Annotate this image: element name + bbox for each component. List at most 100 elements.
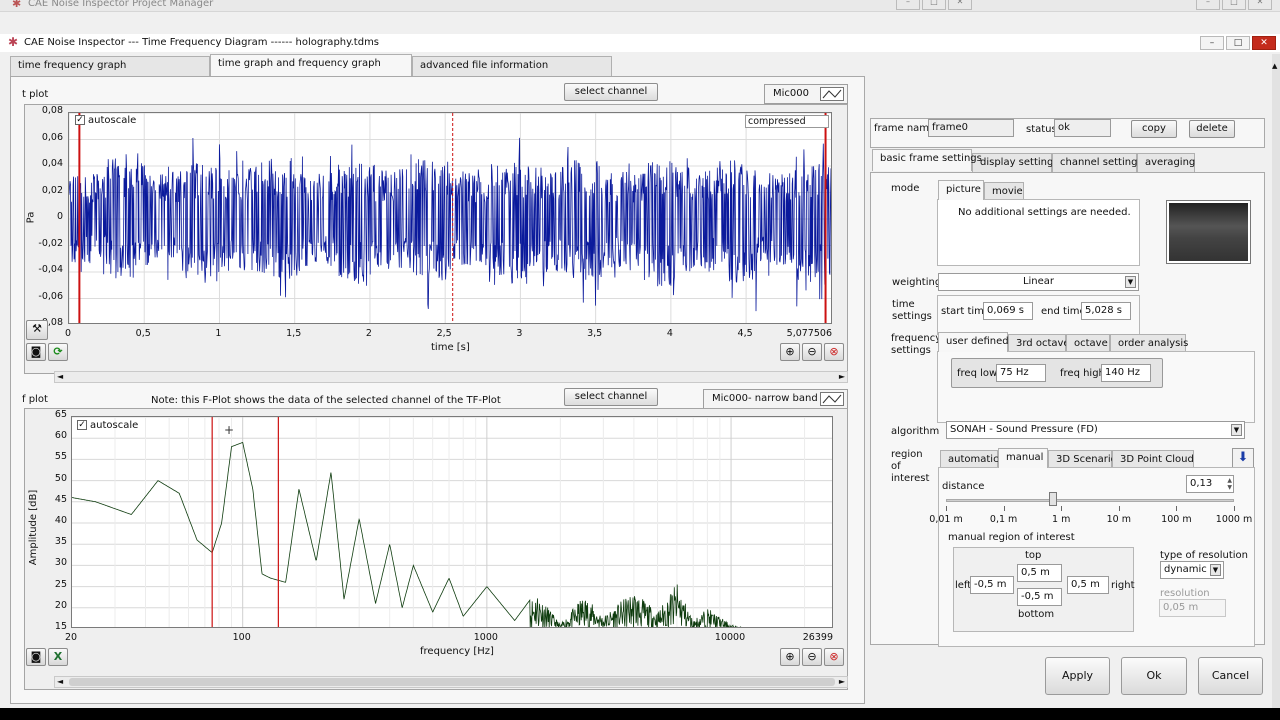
- t-zoom-out-icon[interactable]: ⊖: [802, 343, 822, 361]
- right-field[interactable]: 0,5 m: [1067, 576, 1109, 594]
- maximize-icon[interactable]: □: [1226, 36, 1250, 50]
- top-field[interactable]: 0,5 m: [1017, 564, 1062, 582]
- scroll-right-icon[interactable]: ►: [839, 372, 845, 381]
- apply-button[interactable]: Apply: [1045, 657, 1110, 695]
- distance-slider-thumb[interactable]: [1048, 492, 1057, 506]
- t-y-tick-7: -0,06: [38, 290, 63, 302]
- f-y-tick-2: 55: [54, 451, 67, 463]
- t-reset-zoom-icon[interactable]: ⊗: [824, 343, 844, 361]
- t-plot-label: t plot: [22, 89, 49, 100]
- t-zoom-in-icon[interactable]: ⊕: [780, 343, 800, 361]
- slider-tick-mark-3: [1118, 506, 1120, 511]
- tab-averaging[interactable]: averaging: [1137, 153, 1195, 173]
- t-plot-area[interactable]: ✓ autoscale compressed: [68, 112, 832, 324]
- t-plot-scrollbar[interactable]: ◄ ►: [54, 371, 848, 383]
- f-autoscale-checkbox[interactable]: ✓: [77, 420, 87, 430]
- t-x-tick-1: 0,5: [135, 328, 151, 339]
- window-scroll-up-icon[interactable]: ▲: [1272, 62, 1277, 70]
- mode-tab-strip: picture movie: [938, 180, 1058, 200]
- resolution-label: resolution: [1160, 588, 1210, 599]
- arrow-down-icon[interactable]: ⬇: [1232, 448, 1254, 468]
- tab-3d-point-cloud[interactable]: 3D Point Cloud: [1112, 450, 1194, 468]
- tab-advanced-file-information[interactable]: advanced file information: [412, 56, 612, 76]
- f-plot-select-channel-button[interactable]: select channel: [564, 388, 658, 406]
- tab-octave[interactable]: octave: [1066, 334, 1110, 352]
- copy-button[interactable]: copy: [1131, 120, 1177, 138]
- slider-tick-mark-0: [946, 506, 947, 511]
- f-scroll-right-icon[interactable]: ►: [839, 677, 845, 686]
- t-x-tick-2: 1: [215, 328, 222, 339]
- background-maximize-icon[interactable]: □: [922, 0, 946, 10]
- right-window-edge: ▲: [1272, 54, 1280, 708]
- tab-display-settings[interactable]: display settings: [972, 153, 1059, 173]
- tab-time-graph-and-frequency-graph[interactable]: time graph and frequency graph: [210, 54, 412, 76]
- camera-icon[interactable]: ◙: [26, 343, 46, 361]
- tab-automatic[interactable]: automatic: [940, 450, 999, 468]
- algorithm-dropdown[interactable]: SONAH - Sound Pressure (FD) ▼: [946, 421, 1245, 439]
- f-y-tick-7: 30: [54, 557, 67, 569]
- t-plot-channel-selector[interactable]: Mic000: [764, 84, 848, 104]
- tab-basic-frame-settings[interactable]: basic frame settings: [872, 149, 982, 171]
- f-plot-channel-selector[interactable]: Mic000- narrow band: [703, 389, 848, 409]
- excel-export-icon[interactable]: X: [48, 648, 68, 666]
- f-plot-area[interactable]: ✓ autoscale +: [71, 416, 833, 628]
- f-camera-icon[interactable]: ◙: [26, 648, 46, 666]
- background-minimize-icon[interactable]: –: [896, 0, 920, 10]
- tab-3rd-octave[interactable]: 3rd octave: [1008, 334, 1070, 352]
- refresh-icon[interactable]: ⟳: [48, 343, 68, 361]
- tab-user-defined[interactable]: user defined: [938, 332, 1009, 352]
- delete-button[interactable]: delete: [1189, 120, 1235, 138]
- slider-tick-label-0: 0,01 m: [929, 514, 963, 525]
- t-plot-xlabel: time [s]: [431, 342, 470, 353]
- f-scroll-left-icon[interactable]: ◄: [57, 677, 63, 686]
- background-window-titlebar: ✱ CAE Noise Inspector Project Manager – …: [0, 0, 1280, 12]
- ok-button[interactable]: Ok: [1121, 657, 1187, 695]
- type-of-resolution-label: type of resolution: [1160, 550, 1248, 561]
- background-minimize-icon-2[interactable]: –: [1196, 0, 1220, 10]
- frame-name-field[interactable]: frame0: [928, 119, 1014, 137]
- tab-manual[interactable]: manual: [998, 448, 1048, 468]
- f-scroll-thumb[interactable]: [69, 678, 835, 686]
- t-x-tick-6: 3: [516, 328, 523, 339]
- tab-picture[interactable]: picture: [938, 180, 984, 200]
- background-close-icon[interactable]: ✕: [948, 0, 972, 10]
- close-icon[interactable]: ✕: [1252, 36, 1276, 50]
- tab-order-analysis[interactable]: order analysis: [1110, 334, 1188, 352]
- weighting-value: Linear: [1022, 276, 1055, 287]
- f-plot-scrollbar[interactable]: ◄ ►: [54, 676, 848, 688]
- type-of-resolution-dropdown[interactable]: dynamic ▼: [1160, 561, 1224, 579]
- f-zoom-out-icon[interactable]: ⊖: [802, 648, 822, 666]
- preview-image: [1169, 203, 1248, 261]
- end-time-field[interactable]: 5,028 s: [1081, 302, 1131, 320]
- minimize-icon[interactable]: –: [1200, 36, 1224, 50]
- tools-icon[interactable]: ⚒: [26, 320, 48, 340]
- cancel-button[interactable]: Cancel: [1198, 657, 1263, 695]
- distance-field[interactable]: 0,13 ▲ ▼: [1186, 475, 1234, 493]
- tab-time-frequency-graph[interactable]: time frequency graph: [10, 56, 210, 76]
- background-close-icon-2[interactable]: ✕: [1248, 0, 1272, 10]
- slider-tick-mark-5: [1234, 506, 1235, 511]
- scroll-left-icon[interactable]: ◄: [57, 372, 63, 381]
- f-y-tick-1: 60: [54, 430, 67, 442]
- f-zoom-in-icon[interactable]: ⊕: [780, 648, 800, 666]
- left-field[interactable]: -0,5 m: [970, 576, 1014, 594]
- freq-low-field[interactable]: 75 Hz: [996, 364, 1046, 382]
- f-reset-zoom-icon[interactable]: ⊗: [824, 648, 844, 666]
- tab-channel-settings[interactable]: channel settings: [1052, 153, 1143, 173]
- titlebar-bg: ✱ CAE Noise Inspector --- Time Frequency…: [0, 34, 1280, 52]
- spinner-icon[interactable]: ▲ ▼: [1227, 477, 1232, 491]
- t-autoscale-checkbox[interactable]: ✓: [75, 115, 85, 125]
- distance-slider-track[interactable]: [946, 499, 1234, 502]
- weighting-dropdown[interactable]: Linear ▼: [938, 273, 1139, 291]
- tab-3d-scenario[interactable]: 3D Scenario: [1048, 450, 1117, 468]
- freq-high-field[interactable]: 140 Hz: [1101, 364, 1151, 382]
- background-maximize-icon-2[interactable]: □: [1222, 0, 1246, 10]
- distance-label: distance: [942, 481, 985, 492]
- settings-tab-strip: basic frame settings display settings ch…: [872, 149, 1262, 173]
- t-plot-select-channel-button[interactable]: select channel: [564, 83, 658, 101]
- bottom-field[interactable]: -0,5 m: [1017, 588, 1062, 606]
- start-time-field[interactable]: 0,069 s: [983, 302, 1033, 320]
- tab-movie[interactable]: movie: [984, 182, 1024, 200]
- roi-tab-strip: automatic manual 3D Scenario 3D Point Cl…: [940, 448, 1200, 468]
- freq-tab-strip: user defined 3rd octave octave order ana…: [938, 332, 1188, 352]
